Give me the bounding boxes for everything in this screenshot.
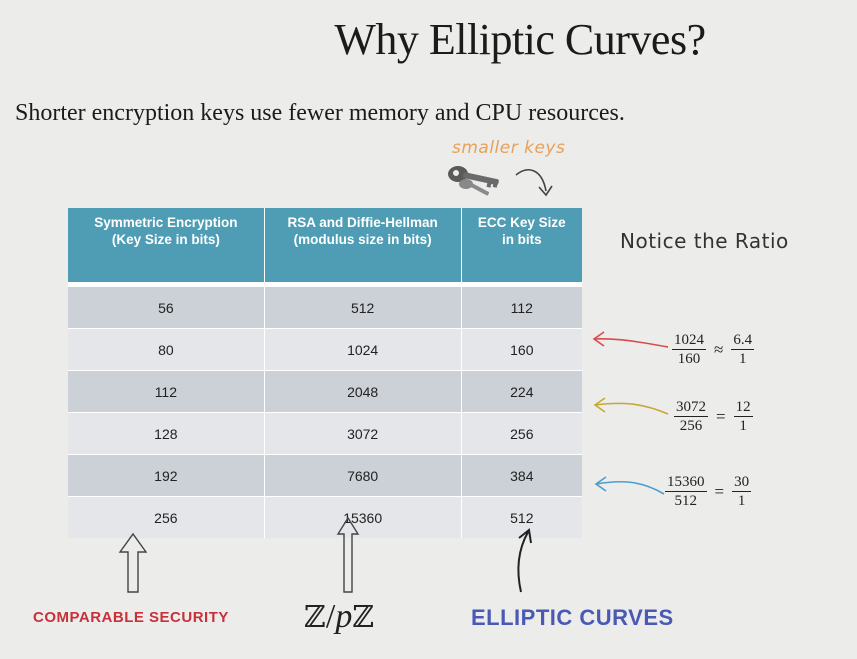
- up-arrow-icon: [118, 532, 148, 593]
- ratio-1: 1024 160 ≈ 6.4 1: [672, 332, 755, 367]
- curved-up-arrow-icon: [517, 528, 532, 593]
- ratio-3: 15360 512 = 30 1: [665, 474, 752, 509]
- elliptic-curves-label: ELLIPTIC CURVES: [471, 605, 674, 630]
- ratio-arrow-3-icon: [594, 476, 665, 495]
- field-label: ℤ/pℤ: [304, 598, 375, 635]
- ratio-arrow-2-icon: [593, 397, 669, 415]
- ratio-2: 3072 256 = 12 1: [674, 399, 753, 434]
- annotation-overlay: [118, 331, 669, 593]
- up-arrow-icon: [336, 516, 360, 593]
- ratio-arrow-1-icon: [592, 331, 669, 348]
- comparable-security-label: COMPARABLE SECURITY: [33, 609, 229, 626]
